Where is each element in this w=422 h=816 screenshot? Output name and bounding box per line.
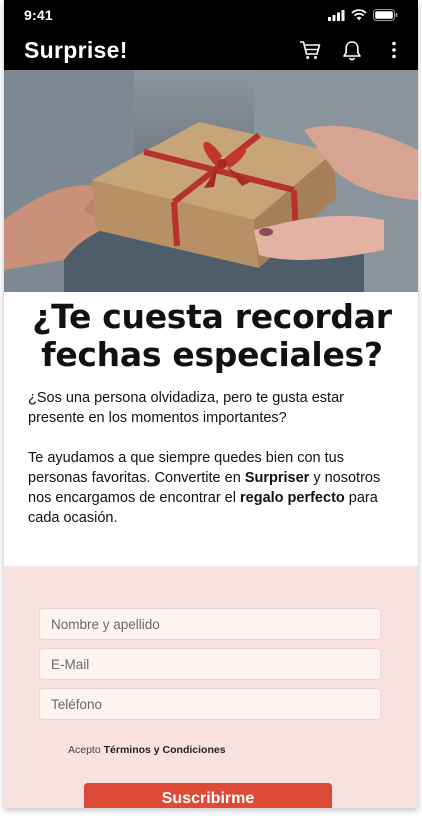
status-bar: 9:41 — [4, 0, 418, 30]
hero-image — [4, 70, 418, 292]
name-field[interactable] — [39, 608, 381, 640]
status-icons — [328, 9, 398, 21]
intro-section: ¿Te cuesta recordar fechas especiales? ¿… — [4, 292, 418, 528]
top-bar: 9:41 Surprise! — [4, 0, 418, 70]
email-field[interactable] — [39, 648, 381, 680]
bell-icon — [343, 40, 361, 60]
value-paragraph: Te ayudamos a que siempre quedes bien co… — [28, 448, 396, 528]
intro-paragraph: ¿Sos una persona olvidadiza, pero te gus… — [28, 390, 344, 426]
more-options-button[interactable] — [382, 38, 406, 62]
value-bold-surpriser: Surpriser — [244, 470, 310, 486]
value-bold-gift: regalo perfecto — [240, 490, 345, 506]
app-logo: Surprise! — [24, 36, 128, 63]
notifications-button[interactable] — [340, 38, 364, 62]
signup-form: Acepto Términos y Condiciones Suscribirm… — [4, 566, 418, 808]
app-bar: Surprise! — [4, 30, 418, 70]
more-vertical-icon — [392, 41, 396, 59]
terms-text: Acepto Términos y Condiciones — [68, 744, 226, 756]
status-time: 9:41 — [24, 7, 53, 23]
phone-screen: 9:41 Surprise! ¿Te cuesta recordar fecha… — [4, 0, 418, 808]
page-headline: ¿Te cuesta recordar fechas especiales? — [32, 297, 392, 374]
cart-button[interactable] — [298, 38, 322, 62]
battery-icon — [373, 9, 398, 21]
terms-link[interactable]: Términos y Condiciones — [104, 744, 226, 756]
subscribe-button[interactable]: Suscribirme — [84, 783, 332, 808]
phone-field[interactable] — [39, 688, 381, 720]
wifi-icon — [351, 9, 367, 21]
terms-prefix: Acepto — [68, 744, 104, 756]
signal-icon — [328, 9, 345, 21]
cart-icon — [300, 41, 321, 59]
gift-box-illustration — [4, 70, 418, 292]
header-actions — [298, 38, 406, 62]
